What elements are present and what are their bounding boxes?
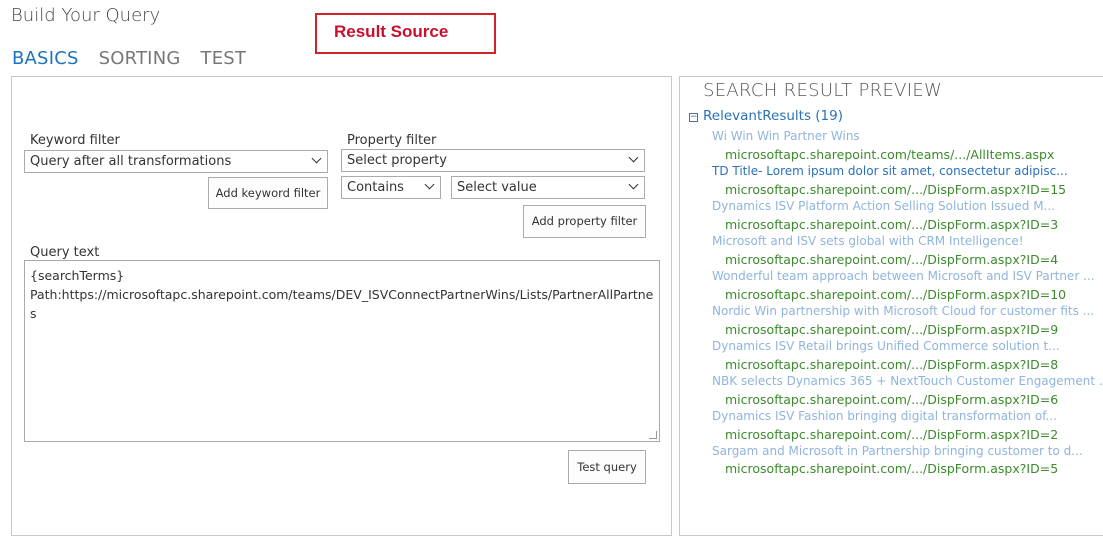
- result-title[interactable]: Dynamics ISV Retail brings Unified Comme…: [712, 339, 1060, 353]
- property-filter-label: Property filter: [347, 133, 437, 148]
- property-select[interactable]: Select property: [341, 149, 645, 172]
- result-source-label: Result Source: [334, 22, 449, 41]
- result-url: microsoftapc.sharepoint.com/.../DispForm…: [725, 392, 1059, 407]
- add-keyword-filter-button[interactable]: Add keyword filter: [208, 177, 328, 209]
- query-line-3: s: [30, 306, 37, 321]
- tab-bar: BASICS SORTING TEST: [12, 48, 246, 69]
- result-title[interactable]: Nordic Win partnership with Microsoft Cl…: [712, 304, 1094, 318]
- query-line-2: Path:https://microsoftapc.sharepoint.com…: [30, 287, 654, 302]
- operator-select-value: Contains: [347, 180, 404, 195]
- keyword-filter-select[interactable]: Query after all transformations: [24, 150, 328, 173]
- result-url: microsoftapc.sharepoint.com/.../DispForm…: [725, 427, 1059, 442]
- result-title[interactable]: Wonderful team approach between Microsof…: [712, 269, 1095, 283]
- result-title[interactable]: Sargam and Microsoft in Partnership brin…: [712, 444, 1083, 458]
- add-property-filter-button[interactable]: Add property filter: [523, 205, 646, 238]
- keyword-filter-value: Query after all transformations: [30, 154, 232, 169]
- page-title: Build Your Query: [11, 5, 161, 26]
- collapse-icon[interactable]: −: [689, 113, 698, 122]
- tab-sorting[interactable]: SORTING: [99, 48, 181, 69]
- result-title[interactable]: Microsoft and ISV sets global with CRM I…: [712, 234, 1024, 248]
- property-select-value: Select property: [347, 153, 447, 168]
- operator-select[interactable]: Contains: [341, 176, 441, 199]
- chevron-down-icon: [628, 179, 639, 190]
- result-title[interactable]: Dynamics ISV Platform Action Selling Sol…: [712, 199, 1055, 213]
- result-url: microsoftapc.sharepoint.com/.../DispForm…: [725, 322, 1059, 337]
- result-url: microsoftapc.sharepoint.com/.../DispForm…: [725, 357, 1059, 372]
- result-url: microsoftapc.sharepoint.com/.../DispForm…: [725, 287, 1067, 302]
- chevron-down-icon: [424, 179, 435, 190]
- result-title[interactable]: Dynamics ISV Fashion bringing digital tr…: [712, 409, 1057, 423]
- query-line-1: {searchTerms}: [30, 268, 125, 283]
- preview-heading: SEARCH RESULT PREVIEW: [703, 80, 943, 101]
- result-url: microsoftapc.sharepoint.com/.../DispForm…: [725, 461, 1059, 476]
- chevron-down-icon: [628, 152, 639, 163]
- result-url: microsoftapc.sharepoint.com/.../DispForm…: [725, 217, 1059, 232]
- query-text-input[interactable]: {searchTerms} Path:https://microsoftapc.…: [24, 260, 660, 442]
- value-select-value: Select value: [457, 180, 537, 195]
- tab-basics[interactable]: BASICS: [12, 48, 79, 69]
- chevron-down-icon: [311, 153, 322, 164]
- result-url: microsoftapc.sharepoint.com/.../DispForm…: [725, 252, 1059, 267]
- resize-handle-icon[interactable]: [649, 431, 657, 439]
- result-url: microsoftapc.sharepoint.com/teams/.../Al…: [725, 147, 1055, 162]
- result-source-callout: Result Source: [315, 13, 496, 54]
- result-title[interactable]: TD Title- Lorem ipsum dolor sit amet, co…: [712, 164, 1068, 178]
- value-select[interactable]: Select value: [451, 176, 645, 199]
- result-title[interactable]: NBK selects Dynamics 365 + NextTouch Cus…: [712, 374, 1103, 388]
- keyword-filter-label: Keyword filter: [30, 133, 120, 148]
- tab-test[interactable]: TEST: [201, 48, 247, 69]
- result-url: microsoftapc.sharepoint.com/.../DispForm…: [725, 182, 1067, 197]
- result-title[interactable]: Wi Win Win Partner Wins: [712, 129, 860, 143]
- relevant-results-group[interactable]: RelevantResults (19): [703, 108, 843, 124]
- test-query-button[interactable]: Test query: [568, 450, 646, 484]
- query-text-label: Query text: [30, 245, 100, 260]
